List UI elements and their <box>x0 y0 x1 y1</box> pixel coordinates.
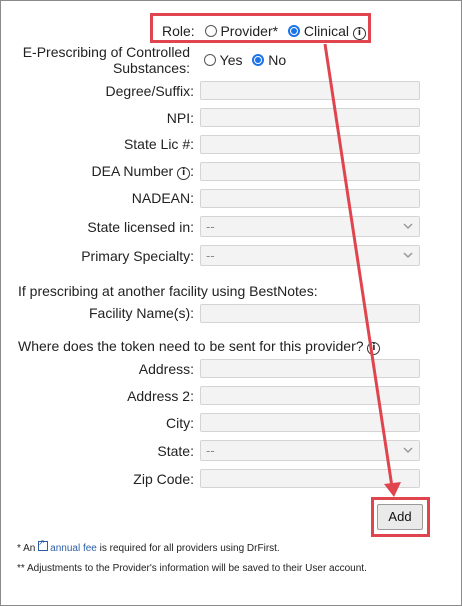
arrowhead-icon <box>384 482 401 497</box>
annotation-arrow <box>323 43 401 497</box>
